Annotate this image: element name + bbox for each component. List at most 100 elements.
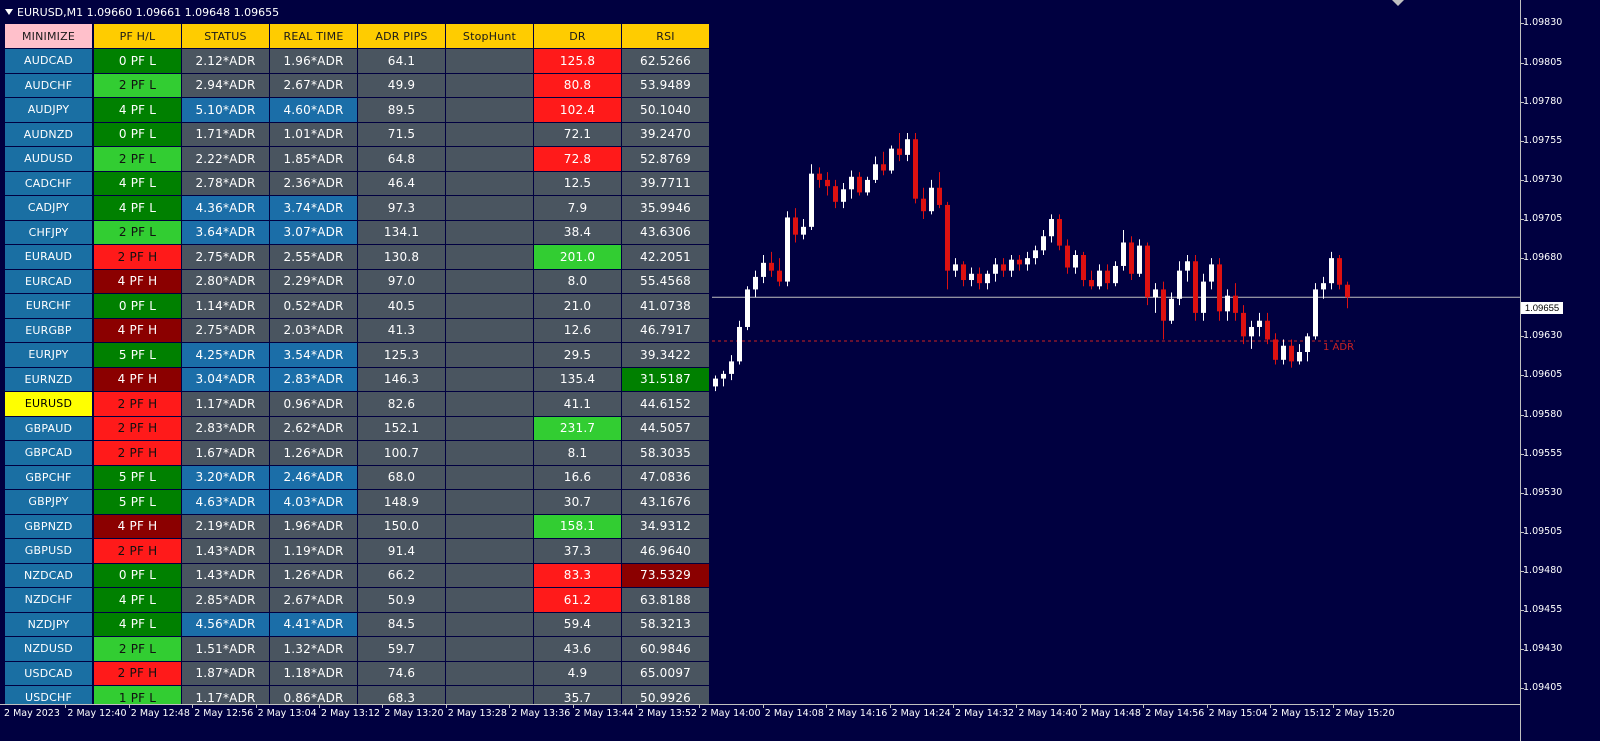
dr-cell: 59.4 [534,612,621,636]
symbol-button[interactable]: NZDJPY [5,612,92,636]
symbol-button[interactable]: EURGBP [5,318,92,342]
rsi-cell: 58.3213 [622,612,709,636]
dr-cell: 201.0 [534,245,621,269]
bear-candle [1057,214,1062,251]
status-cell: 3.04*ADR [182,367,269,391]
pf-cell: 0 PF L [94,49,181,73]
symbol-button[interactable]: EURCAD [5,269,92,293]
stophunt-cell [446,661,533,685]
stophunt-cell [446,220,533,244]
adr-pips-cell: 46.4 [358,171,445,195]
symbol-button[interactable]: GBPCAD [5,441,92,465]
symbol-button[interactable]: AUDCHF [5,73,92,97]
candle-body [953,264,958,271]
symbol-button[interactable]: USDCAD [5,661,92,685]
bear-candle [921,187,926,220]
time-label: 2 May 14:32 [955,708,1015,719]
adr-level-label: 1 ADR [1323,342,1355,353]
candle-body [921,198,926,212]
bear-candle [857,172,862,196]
symbol-button[interactable]: CADCHF [5,171,92,195]
stophunt-cell [446,122,533,146]
candle-body [1185,261,1190,271]
minimize-button[interactable]: MINIMIZE [5,24,92,48]
table-row: GBPAUD 2 PF H 2.83*ADR 2.62*ADR 152.1 231.7 44… [5,416,717,442]
candle-body [1297,352,1302,362]
candle-body [1241,312,1246,337]
adr-pips-cell: 152.1 [358,416,445,440]
time-tick [382,704,384,708]
symbol-button[interactable]: EURUSD [5,392,92,416]
table-row: AUDNZD 0 PF L 1.71*ADR 1.01*ADR 71.5 72.1 39.2… [5,122,717,148]
bull-candle [1313,283,1318,340]
symbol-button[interactable]: EURCHF [5,294,92,318]
time-tick [636,704,637,708]
adr-pips-cell: 71.5 [358,122,445,146]
rsi-cell: 53.9489 [622,73,709,97]
candle-body [929,187,934,212]
bear-candle [937,172,942,209]
symbol-button[interactable]: CADJPY [5,196,92,220]
candle-body [833,186,838,202]
bull-candle [1249,320,1254,349]
realtime-cell: 1.01*ADR [270,122,357,146]
symbol-button[interactable]: CHFJPY [5,220,92,244]
symbol-button[interactable]: EURNZD [5,367,92,391]
bull-candle [969,267,974,287]
table-row: EURNZD 4 PF H 3.04*ADR 2.83*ADR 146.3 135.4 31… [5,367,717,393]
chart-title: EURUSD,M1 1.09660 1.09661 1.09648 1.0965… [17,5,280,19]
header-adr-pips: ADR PIPS [358,24,445,48]
bear-candle [1001,258,1006,277]
table-row: GBPCHF 5 PF L 3.20*ADR 2.46*ADR 68.0 16.6 47.0… [5,465,717,491]
candle-body [1281,345,1286,360]
bull-candle [1321,276,1326,299]
status-cell: 5.10*ADR [182,98,269,122]
rsi-cell: 43.6306 [622,220,709,244]
symbol-button[interactable]: EURAUD [5,245,92,269]
dropdown-triangle-icon[interactable] [5,9,13,15]
adr-pips-cell: 125.3 [358,343,445,367]
symbol-button[interactable]: NZDCAD [5,563,92,587]
symbol-button[interactable]: AUDJPY [5,98,92,122]
price-label: 1.09780 [1523,95,1563,107]
status-cell: 2.80*ADR [182,269,269,293]
symbol-button[interactable]: AUDCAD [5,49,92,73]
adr-pips-cell: 74.6 [358,661,445,685]
price-label: 1.09605 [1523,369,1563,381]
bull-candle [1281,339,1286,365]
symbol-button[interactable]: GBPAUD [5,416,92,440]
time-tick [699,704,701,708]
candle-body [1289,345,1294,362]
candle-body [969,273,974,281]
stophunt-cell [446,73,533,97]
adr-pips-cell: 66.2 [358,563,445,587]
time-tick [1079,704,1081,708]
symbol-button[interactable]: NZDCHF [5,588,92,612]
bull-candle [1177,261,1182,306]
realtime-cell: 1.18*ADR [270,661,357,685]
symbol-button[interactable]: GBPJPY [5,490,92,514]
symbol-button[interactable]: AUDNZD [5,122,92,146]
bull-candle [1049,214,1054,243]
dr-cell: 61.2 [534,588,621,612]
pf-cell: 5 PF L [94,465,181,489]
symbol-button[interactable]: NZDUSD [5,637,92,661]
symbol-button[interactable]: AUDUSD [5,147,92,171]
time-label: 2 May 14:56 [1145,708,1205,719]
time-label: 2 May 13:44 [574,708,634,719]
symbol-button[interactable]: GBPCHF [5,465,92,489]
symbol-button[interactable]: EURJPY [5,343,92,367]
symbol-button[interactable]: GBPNZD [5,514,92,538]
candle-body [1257,320,1262,327]
symbol-button[interactable]: GBPUSD [5,539,92,563]
table-row: EURJPY 5 PF L 4.25*ADR 3.54*ADR 125.3 29.5 39.… [5,343,717,368]
adr-pips-cell: 148.9 [358,490,445,514]
chart-shift-marker-icon[interactable] [1392,0,1404,6]
dr-cell: 80.8 [534,73,621,97]
stophunt-cell [446,245,533,269]
adr-pips-cell: 64.1 [358,49,445,73]
time-tick [572,704,574,708]
bear-candle [913,132,918,204]
bull-candle [1225,289,1230,321]
candle-body [1065,245,1070,268]
